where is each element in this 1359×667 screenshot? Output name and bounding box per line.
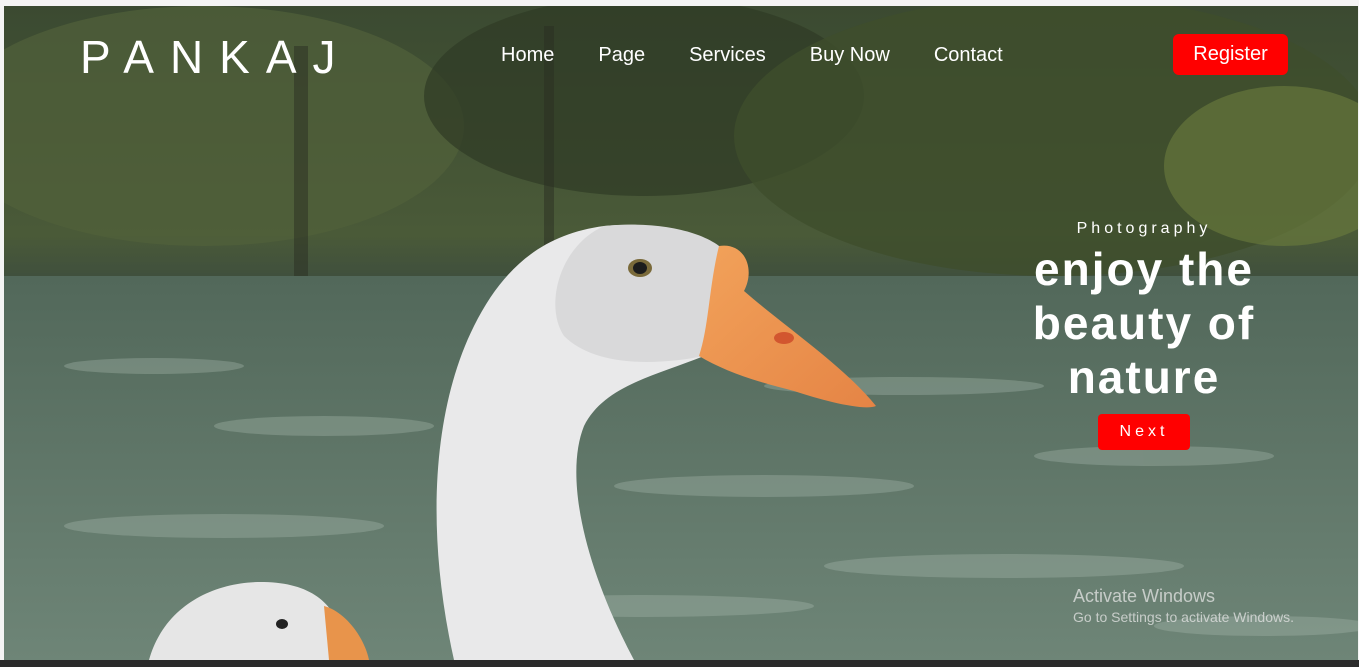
nav-contact[interactable]: Contact bbox=[934, 44, 1003, 67]
headline-line-3: nature bbox=[1067, 351, 1221, 403]
nav-page[interactable]: Page bbox=[598, 44, 645, 67]
main-nav: Home Page Services Buy Now Contact bbox=[501, 44, 1047, 67]
hero-text-block: Photography enjoy the beauty of nature N… bbox=[994, 220, 1294, 450]
headline-line-2: beauty of bbox=[1032, 297, 1256, 349]
watermark-subtitle: Go to Settings to activate Windows. bbox=[1073, 609, 1294, 625]
site-logo[interactable]: PANKAJ bbox=[80, 30, 352, 84]
hero-banner: PANKAJ Home Page Services Buy Now Contac… bbox=[4, 6, 1358, 660]
activate-windows-watermark: Activate Windows Go to Settings to activ… bbox=[1073, 586, 1294, 625]
hero-headline: enjoy the beauty of nature bbox=[994, 242, 1294, 404]
watermark-title: Activate Windows bbox=[1073, 586, 1216, 606]
next-button[interactable]: Next bbox=[1098, 414, 1190, 450]
headline-line-1: enjoy the bbox=[1034, 243, 1254, 295]
page: PANKAJ Home Page Services Buy Now Contac… bbox=[0, 0, 1359, 667]
nav-buy-now[interactable]: Buy Now bbox=[810, 44, 890, 67]
register-button[interactable]: Register bbox=[1173, 34, 1288, 75]
hero-kicker: Photography bbox=[1076, 220, 1212, 237]
bottom-strip bbox=[0, 660, 1359, 667]
nav-services[interactable]: Services bbox=[689, 44, 766, 67]
nav-home[interactable]: Home bbox=[501, 44, 554, 67]
